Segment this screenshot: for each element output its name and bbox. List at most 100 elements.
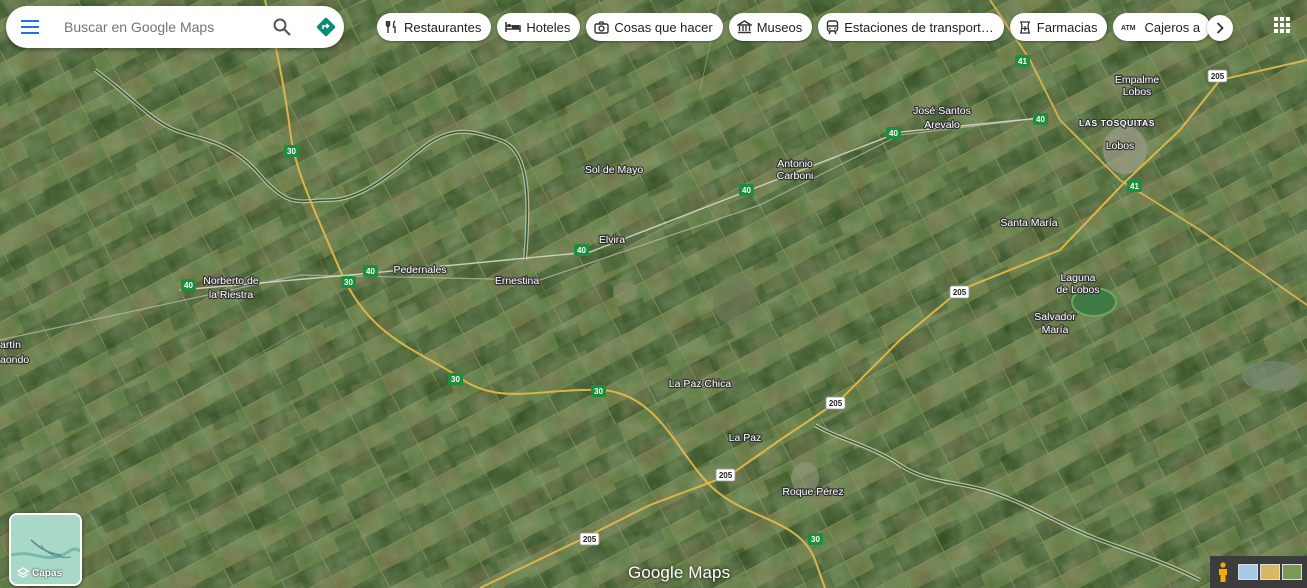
svg-text:205: 205	[953, 288, 967, 297]
route-shield-40: 40	[1033, 113, 1048, 125]
svg-text:30: 30	[811, 535, 820, 544]
layers-button[interactable]: Capas	[9, 513, 82, 586]
thumbnail-map-view[interactable]	[1238, 564, 1258, 580]
place-label-las-tosquitas[interactable]: LAS TOSQUITAS	[1078, 117, 1156, 129]
place-label-la-paz[interactable]: La Paz	[727, 431, 762, 445]
pegman-button[interactable]	[1210, 556, 1236, 588]
svg-text:aondo: aondo	[0, 354, 29, 366]
place-label-santa-maria[interactable]: Santa María	[999, 216, 1059, 230]
chip-estaciones-de-transporte[interactable]: Estaciones de transport…	[818, 13, 1004, 41]
chips-next-button[interactable]	[1207, 15, 1233, 41]
svg-text:30: 30	[594, 387, 603, 396]
museum-icon	[736, 20, 752, 34]
chip-cosas-que-hacer[interactable]: Cosas que hacer	[586, 13, 723, 41]
svg-text:40: 40	[184, 281, 193, 290]
svg-text:de Lobos: de Lobos	[1056, 284, 1099, 296]
route-shield-205: 205	[715, 468, 736, 482]
chevron-right-icon	[1216, 22, 1224, 34]
thumbnail-terrain-view[interactable]	[1260, 564, 1280, 580]
svg-text:30: 30	[344, 278, 353, 287]
place-label-antonio-carboni[interactable]: Antonio Carboni	[775, 157, 814, 183]
svg-text:205: 205	[719, 471, 733, 480]
route-shield-30: 30	[808, 533, 823, 545]
svg-text:41: 41	[1018, 57, 1027, 66]
chip-museos[interactable]: Museos	[728, 13, 813, 41]
search-icon	[273, 18, 291, 36]
route-shield-40: 40	[363, 265, 378, 277]
search-input[interactable]	[62, 18, 256, 36]
category-chips: Restaurantes Hoteles Cosas que hacer Mus…	[377, 13, 1235, 43]
google-maps-logo: Google Maps	[628, 563, 731, 582]
route-shield-30: 30	[284, 145, 299, 157]
svg-text:40: 40	[366, 267, 375, 276]
svg-text:40: 40	[889, 129, 898, 138]
apps-grid-icon	[1274, 17, 1290, 33]
route-shield-205: 205	[579, 532, 600, 546]
chip-label: Restaurantes	[404, 19, 482, 35]
chip-label: Hoteles	[526, 19, 571, 35]
directions-button[interactable]	[308, 9, 344, 45]
route-shield-40: 40	[886, 127, 901, 139]
place-label-ernestina[interactable]: Ernestina	[494, 274, 541, 288]
place-label-sol-de-mayo[interactable]: Sol de Mayo	[584, 163, 645, 177]
svg-text:41: 41	[1130, 182, 1139, 191]
route-shield-30: 30	[591, 385, 606, 397]
route-shield-40: 40	[739, 184, 754, 196]
route-shield-205: 205	[949, 285, 970, 299]
svg-text:Antonio: Antonio	[777, 158, 813, 170]
svg-text:José Santos: José Santos	[913, 105, 971, 117]
satellite-map[interactable]: 30 30 30 30 30 40 40 40 40 40 40 41 41 2…	[0, 0, 1307, 588]
chip-label: Cajeros a	[1144, 19, 1201, 35]
pharmacy-icon	[1019, 21, 1030, 34]
svg-text:Salvador: Salvador	[1034, 311, 1076, 323]
bottom-controls	[1210, 556, 1307, 588]
svg-text:40: 40	[742, 186, 751, 195]
chip-cajeros[interactable]: ATM Cajeros a	[1113, 13, 1211, 41]
svg-text:40: 40	[577, 246, 586, 255]
route-shield-205: 205	[1207, 69, 1228, 83]
route-shield-40: 40	[181, 279, 196, 291]
chip-hoteles[interactable]: Hoteles	[497, 13, 581, 41]
chip-label: Farmacias	[1036, 19, 1098, 35]
hotel-icon	[505, 22, 522, 32]
svg-text:Lobos: Lobos	[1123, 86, 1152, 98]
camera-icon	[594, 20, 610, 34]
route-shield-205: 205	[825, 396, 846, 410]
place-label-elvira[interactable]: Elvira	[598, 233, 627, 247]
restaurant-icon	[385, 20, 396, 33]
svg-text:la Riestra: la Riestra	[209, 289, 254, 301]
svg-text:ATM: ATM	[1121, 25, 1136, 32]
svg-text:205: 205	[829, 399, 843, 408]
route-shield-30: 30	[341, 276, 356, 288]
route-shield-41: 41	[1127, 180, 1142, 192]
svg-text:María: María	[1042, 324, 1069, 336]
svg-text:Arevalo: Arevalo	[924, 119, 960, 131]
route-shield-30: 30	[448, 373, 463, 385]
route-shield-40: 40	[574, 244, 589, 256]
svg-text:artín: artín	[0, 339, 21, 351]
google-apps-button[interactable]	[1270, 13, 1294, 37]
atm-icon: ATM	[1121, 25, 1136, 32]
search-button[interactable]	[264, 9, 300, 45]
place-label-pedernales[interactable]: Pedernales	[392, 263, 448, 277]
svg-text:205: 205	[583, 535, 597, 544]
place-label-la-paz-chica[interactable]: La Paz Chica	[668, 377, 733, 391]
svg-text:30: 30	[451, 375, 460, 384]
chip-restaurantes[interactable]: Restaurantes	[377, 13, 492, 41]
menu-button[interactable]	[12, 9, 48, 45]
route-shield-41: 41	[1015, 55, 1030, 67]
svg-text:Carboni: Carboni	[777, 170, 814, 182]
svg-text:40: 40	[1036, 115, 1045, 124]
place-label-laguna-de-lobos[interactable]: Laguna de Lobos	[1055, 271, 1101, 297]
place-label-lobos[interactable]: Lobos	[1104, 139, 1135, 153]
chip-farmacias[interactable]: Farmacias	[1009, 13, 1108, 41]
place-label-roque-perez[interactable]: Roque Pérez	[781, 485, 845, 499]
pegman-icon	[1219, 562, 1227, 582]
directions-icon	[316, 17, 336, 37]
svg-text:Laguna: Laguna	[1060, 272, 1095, 284]
chip-label: Estaciones de transport…	[844, 19, 994, 35]
chip-label: Cosas que hacer	[614, 19, 713, 35]
layers-icon	[17, 567, 29, 578]
thumbnail-satellite-view[interactable]	[1282, 564, 1302, 580]
svg-text:30: 30	[287, 147, 296, 156]
